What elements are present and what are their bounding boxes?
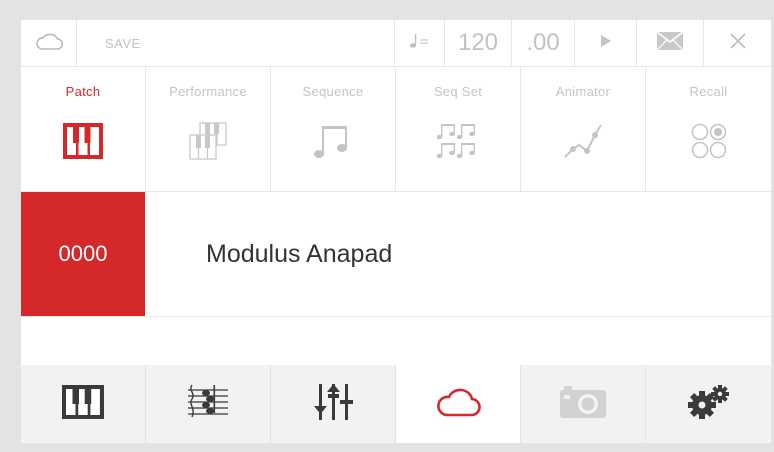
tab-label: Patch (65, 84, 101, 99)
close-icon (729, 32, 747, 55)
bottom-nav (21, 365, 771, 443)
tempo-button[interactable] (395, 20, 445, 66)
play-button[interactable] (575, 20, 637, 66)
top-toolbar: SAVE 120 .00 (21, 20, 771, 67)
nav-settings-button[interactable] (646, 365, 771, 443)
tab-seq-set[interactable]: Seq Set (396, 67, 521, 191)
nav-cloud-button[interactable] (396, 365, 521, 443)
keyboard-icon (63, 121, 103, 161)
cloud-button[interactable] (21, 20, 77, 66)
mail-button[interactable] (637, 20, 704, 66)
play-icon (600, 34, 612, 53)
tab-animator[interactable]: Animator (521, 67, 646, 191)
tab-performance[interactable]: Performance (146, 67, 271, 191)
nav-camera-button[interactable] (521, 365, 646, 443)
nav-keyboard-button[interactable] (21, 365, 146, 443)
tab-sequence[interactable]: Sequence (271, 67, 396, 191)
music-notes-icon (313, 121, 353, 161)
close-button[interactable] (704, 20, 771, 66)
patch-number[interactable]: 0000 (21, 192, 145, 316)
envelope-icon (656, 30, 684, 56)
tab-patch[interactable]: Patch (21, 67, 146, 191)
gears-icon (687, 384, 731, 424)
camera-icon (558, 384, 608, 425)
recall-circles-icon (689, 121, 729, 161)
automation-curve-icon (561, 121, 605, 161)
save-button[interactable]: SAVE (77, 20, 395, 66)
mode-tabs: Patch Performance Sequence Seq Set Anima… (21, 67, 771, 192)
mixer-sliders-icon (313, 382, 353, 427)
tab-label: Sequence (302, 84, 364, 99)
cloud-icon (35, 31, 63, 56)
nav-score-button[interactable] (146, 365, 271, 443)
tab-label: Seq Set (433, 84, 483, 99)
tempo-integer[interactable]: 120 (445, 20, 512, 66)
quarter-note-icon (409, 33, 431, 54)
stacked-keyboards-icon (186, 121, 230, 161)
tab-label: Performance (169, 84, 247, 99)
tab-label: Recall (689, 84, 728, 99)
cloud-icon (435, 386, 481, 423)
music-notes-grid-icon (436, 121, 480, 161)
tab-label: Animator (555, 84, 611, 99)
patch-row[interactable]: 0000 Modulus Anapad (21, 192, 771, 317)
nav-mixer-button[interactable] (271, 365, 396, 443)
patch-name[interactable]: Modulus Anapad (145, 192, 392, 316)
score-staff-icon (186, 383, 230, 426)
tempo-decimal[interactable]: .00 (512, 20, 575, 66)
empty-row (21, 317, 771, 364)
tab-recall[interactable]: Recall (646, 67, 771, 191)
keyboard-icon (62, 384, 104, 424)
synth-panel: SAVE 120 .00 Patch Performance Sequence … (21, 20, 771, 443)
